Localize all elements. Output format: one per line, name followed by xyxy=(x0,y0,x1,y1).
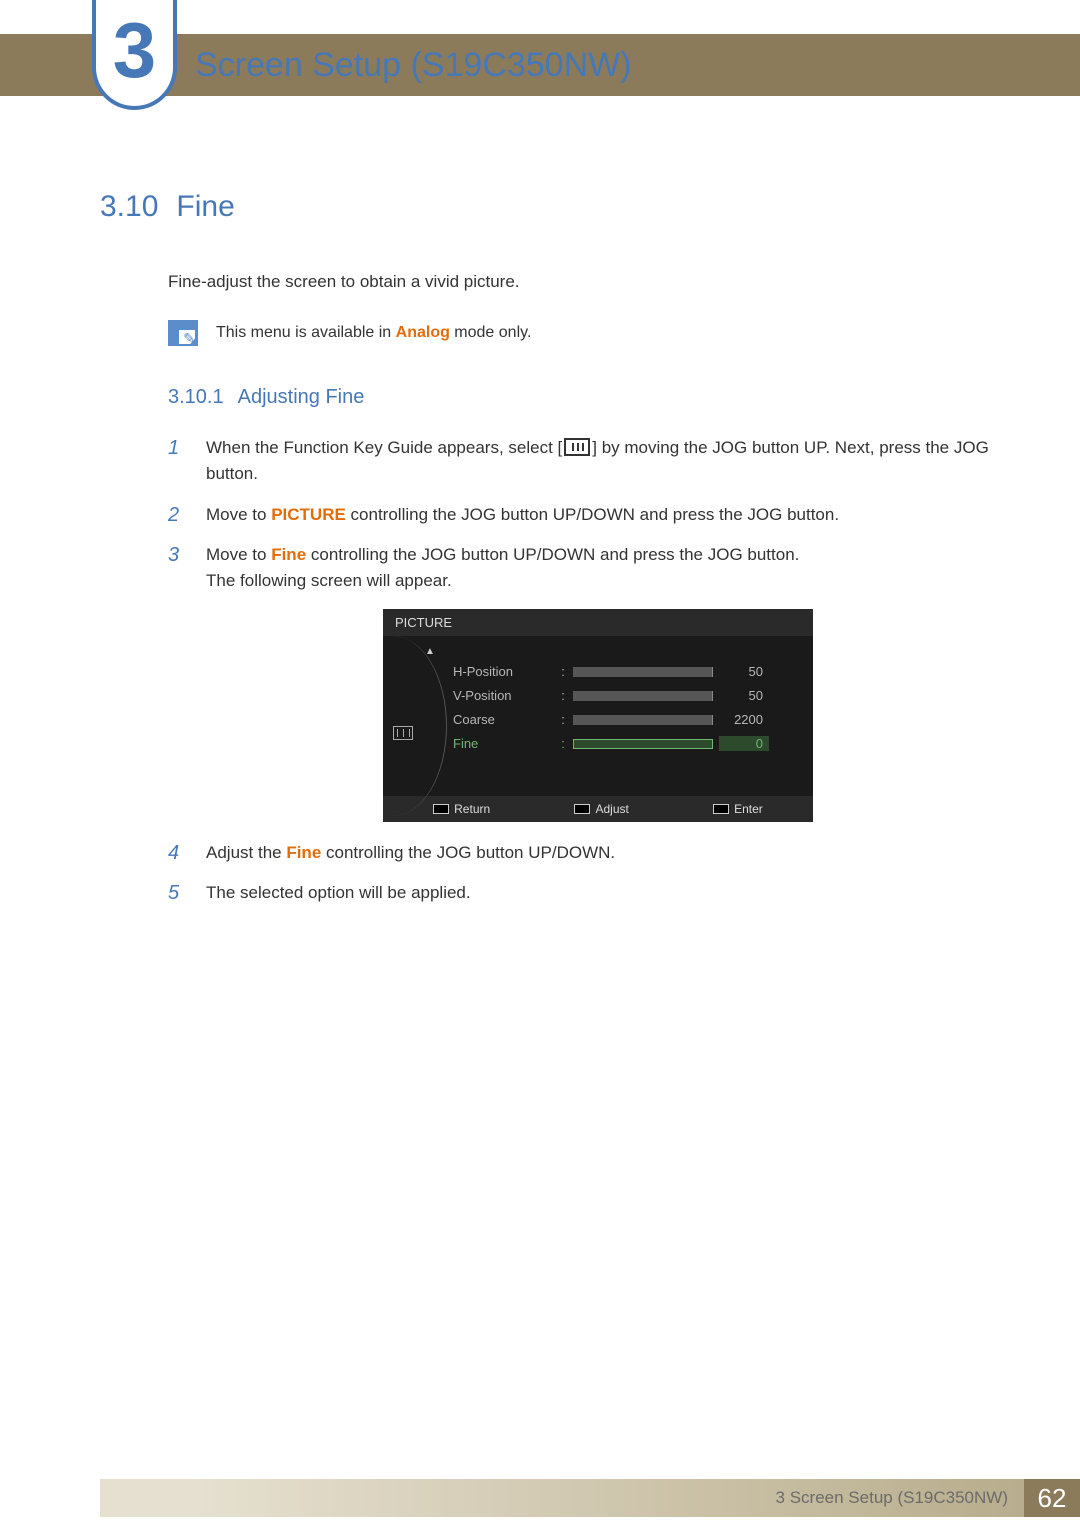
osd-slider xyxy=(573,667,713,677)
osd-slider xyxy=(573,691,713,701)
section-heading: 3.10 Fine xyxy=(100,190,990,224)
chapter-number: 3 xyxy=(113,11,156,89)
step-3: 3 Move to Fine controlling the JOG butto… xyxy=(168,542,990,595)
step-5-text: The selected option will be applied. xyxy=(206,880,990,906)
page-footer: 3 Screen Setup (S19C350NW) 62 xyxy=(0,1479,1080,1517)
osd-label: Fine xyxy=(453,736,553,751)
osd-adjust: Adjust xyxy=(574,802,628,816)
osd-value: 50 xyxy=(719,664,769,679)
osd-return: Return xyxy=(433,802,490,816)
osd-value: 0 xyxy=(719,736,769,751)
subsection-number: 3.10.1 xyxy=(168,386,224,408)
step-number: 1 xyxy=(168,435,186,461)
osd-footer: Return Adjust Enter xyxy=(383,796,813,822)
section-intro: Fine-adjust the screen to obtain a vivid… xyxy=(168,272,990,292)
page-number: 62 xyxy=(1024,1479,1080,1517)
step-2: 2 Move to PICTURE controlling the JOG bu… xyxy=(168,502,990,528)
osd-enter: Enter xyxy=(713,802,763,816)
osd-body: ▲ H-Position : 50 V-Position : 50 Coarse xyxy=(383,636,813,796)
step-list: 1 When the Function Key Guide appears, s… xyxy=(168,435,990,906)
section-title: Fine xyxy=(176,190,234,223)
osd-row-coarse: Coarse : 2200 xyxy=(453,708,797,732)
step-4-text: Adjust the Fine controlling the JOG butt… xyxy=(206,840,990,866)
osd-side-icon xyxy=(393,726,413,740)
step-2-text: Move to PICTURE controlling the JOG butt… xyxy=(206,502,990,528)
note-prefix: This menu is available in xyxy=(216,324,396,341)
step-3-text: Move to Fine controlling the JOG button … xyxy=(206,542,990,595)
osd-label: V-Position xyxy=(453,688,553,703)
footer-bar: 3 Screen Setup (S19C350NW) xyxy=(100,1479,1024,1517)
menu-icon xyxy=(564,438,590,456)
osd-screenshot: PICTURE ▲ H-Position : 50 V-Position : 5… xyxy=(383,609,813,822)
osd-label: Coarse xyxy=(453,712,553,727)
step-number: 4 xyxy=(168,840,186,866)
note-highlight: Analog xyxy=(396,324,450,341)
chapter-badge: 3 xyxy=(92,0,177,110)
osd-label: H-Position xyxy=(453,664,553,679)
return-glyph-icon xyxy=(433,804,449,814)
footer-text: 3 Screen Setup (S19C350NW) xyxy=(776,1488,1008,1508)
step-1: 1 When the Function Key Guide appears, s… xyxy=(168,435,990,488)
step-number: 2 xyxy=(168,502,186,528)
osd-value: 50 xyxy=(719,688,769,703)
osd-title: PICTURE xyxy=(383,609,813,636)
note-row: This menu is available in Analog mode on… xyxy=(168,320,990,346)
step-4: 4 Adjust the Fine controlling the JOG bu… xyxy=(168,840,990,866)
note-suffix: mode only. xyxy=(450,324,532,341)
osd-value: 2200 xyxy=(719,712,769,727)
note-text: This menu is available in Analog mode on… xyxy=(216,320,531,342)
adjust-glyph-icon xyxy=(574,804,590,814)
subsection-heading: 3.10.1 Adjusting Fine xyxy=(168,386,990,409)
step-1-text: When the Function Key Guide appears, sel… xyxy=(206,435,990,488)
osd-row-vposition: V-Position : 50 xyxy=(453,684,797,708)
step-5: 5 The selected option will be applied. xyxy=(168,880,990,906)
subsection-title: Adjusting Fine xyxy=(238,386,365,408)
osd-slider xyxy=(573,739,713,749)
step-number: 3 xyxy=(168,542,186,568)
osd-row-hposition: H-Position : 50 xyxy=(453,660,797,684)
enter-glyph-icon xyxy=(713,804,729,814)
content-area: 3.10 Fine Fine-adjust the screen to obtai… xyxy=(100,190,990,920)
osd-slider xyxy=(573,715,713,725)
step-number: 5 xyxy=(168,880,186,906)
osd-up-arrow-icon: ▲ xyxy=(425,646,435,657)
section-number: 3.10 xyxy=(100,190,158,223)
osd-row-fine: Fine : 0 xyxy=(453,732,797,756)
note-icon xyxy=(168,320,198,346)
chapter-title: Screen Setup (S19C350NW) xyxy=(195,46,632,85)
